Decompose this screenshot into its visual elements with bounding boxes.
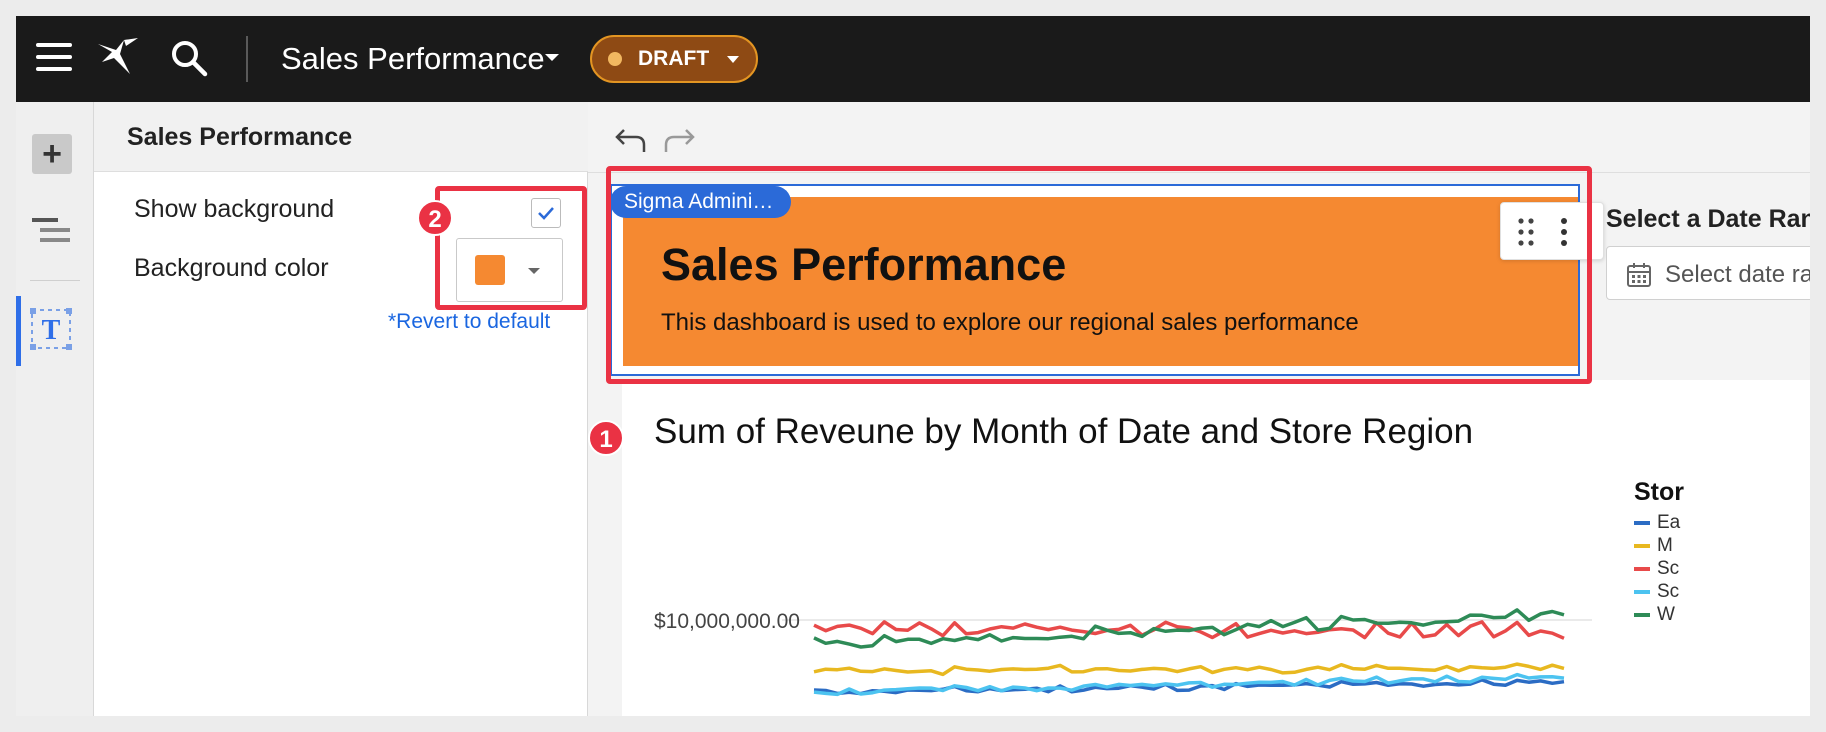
legend-item[interactable]: M [1634, 535, 1673, 557]
legend-item[interactable]: Ea [1634, 512, 1680, 534]
legend-label: M [1657, 535, 1673, 556]
draft-status-badge[interactable]: DRAFT [590, 35, 758, 83]
element-rail: + T [16, 102, 94, 716]
legend-label: Sc [1657, 581, 1680, 602]
panel-title: Sales Performance [127, 123, 353, 151]
legend-title: Stor [1634, 478, 1684, 506]
add-element-button[interactable]: + [32, 134, 72, 174]
revert-to-default-link[interactable]: *Revert to default [388, 310, 550, 334]
active-indicator [16, 296, 21, 366]
background-color-label: Background color [134, 254, 329, 282]
calendar-icon [1625, 261, 1653, 294]
callout-1-badge: 1 [588, 420, 624, 456]
rail-divider [30, 280, 80, 281]
topbar-divider [246, 36, 248, 82]
series-line-1 [813, 662, 1565, 677]
status-label: DRAFT [638, 47, 710, 70]
legend-label: Ea [1657, 512, 1681, 533]
callout-2-badge: 2 [417, 200, 453, 236]
show-background-label: Show background [134, 195, 335, 223]
line-chart: $10,000,000.00 [654, 608, 1592, 697]
legend-swatch [1634, 566, 1650, 571]
y-tick-label: $10,000,000.00 [654, 610, 800, 633]
chevron-down-icon[interactable] [545, 54, 559, 61]
search-icon[interactable] [169, 38, 211, 85]
date-range-placeholder: Select date ra [1665, 261, 1810, 288]
workbook-title[interactable]: Sales Performance [281, 40, 545, 78]
legend-swatch [1634, 520, 1650, 525]
legend-label: W [1657, 604, 1675, 625]
logo-icon[interactable] [96, 36, 142, 85]
callout-2-highlight [435, 186, 587, 310]
panel-header: Sales Performance [94, 102, 588, 172]
legend-swatch [1634, 543, 1650, 548]
redo-icon[interactable] [662, 124, 696, 159]
chevron-down-icon [727, 55, 740, 63]
layers-icon[interactable] [32, 214, 76, 254]
app-window: Sales Performance DRAFT + T Sales Perfor… [16, 16, 1810, 716]
callout-1-highlight [606, 166, 1592, 384]
legend-swatch [1634, 589, 1650, 594]
line-chart-card[interactable]: Sum of Reveune by Month of Date and Stor… [622, 380, 1810, 716]
undo-icon[interactable] [614, 124, 648, 159]
top-bar: Sales Performance DRAFT [16, 16, 1810, 102]
legend-item[interactable]: Sc [1634, 558, 1679, 580]
status-dot-icon [608, 52, 622, 66]
date-range-input[interactable]: Select date ra [1606, 246, 1810, 300]
svg-text:T: T [42, 315, 61, 346]
legend-swatch [1634, 612, 1650, 617]
legend-label: Sc [1657, 558, 1680, 579]
text-element-icon[interactable]: T [30, 308, 74, 357]
menu-icon[interactable] [36, 43, 72, 75]
date-filter-label: Select a Date Rang [1606, 205, 1810, 233]
legend-item[interactable]: Sc [1634, 581, 1679, 603]
legend-item[interactable]: W [1634, 604, 1675, 626]
